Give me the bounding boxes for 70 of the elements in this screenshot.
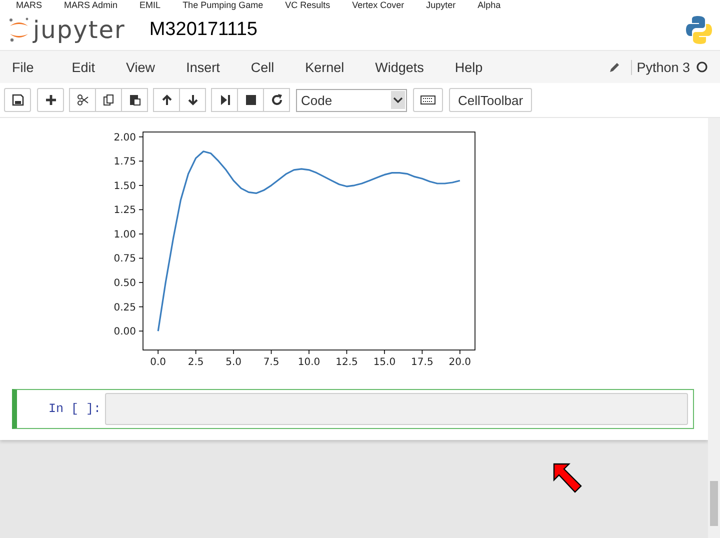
kernel-idle-icon — [696, 61, 708, 73]
jupyter-logo-icon — [8, 17, 30, 43]
x-tick-label: 20.0 — [448, 357, 472, 368]
menu-item[interactable]: Help — [454, 60, 483, 74]
x-tick-label: 5.0 — [226, 357, 242, 368]
bookmark-link[interactable]: VC Results — [285, 0, 330, 10]
arrow-down-icon — [186, 94, 198, 106]
bookmark-link[interactable]: The Pumping Game — [182, 0, 264, 10]
x-tick-label: 15.0 — [373, 357, 396, 368]
x-tick-label: 10.0 — [298, 357, 320, 368]
move-down-button[interactable] — [179, 88, 206, 112]
y-tick-label: 1.75 — [114, 156, 136, 168]
bookmark-link[interactable]: Vertex Cover — [352, 0, 404, 10]
x-tick-label: 7.5 — [263, 357, 280, 368]
scrollbar[interactable] — [708, 118, 720, 538]
y-tick-label: 1.00 — [114, 229, 136, 240]
y-tick-label: 2.00 — [114, 132, 136, 144]
y-tick-label: 0.25 — [114, 302, 136, 314]
move-up-button[interactable] — [153, 88, 180, 112]
cell-type-dropdown[interactable]: Code — [296, 88, 407, 112]
step-forward-icon — [218, 94, 230, 106]
menu-item[interactable]: View — [126, 60, 156, 74]
notebook-name[interactable]: M320171115 — [149, 19, 258, 41]
save-button[interactable] — [4, 88, 31, 112]
plus-icon — [44, 94, 56, 106]
run-button[interactable] — [211, 88, 238, 112]
bookmark-link[interactable]: Alpha — [478, 0, 501, 10]
menu-item[interactable]: Kernel — [305, 60, 344, 74]
keyboard-icon — [420, 94, 436, 106]
menu-item[interactable]: Edit — [72, 60, 96, 74]
menu-item[interactable]: Insert — [186, 60, 220, 74]
cut-button[interactable] — [69, 88, 96, 112]
caret-icon — [391, 91, 405, 109]
paste-button[interactable] — [121, 88, 148, 112]
code-cell[interactable]: In [ ]: — [12, 389, 694, 429]
arrow-up-icon — [160, 94, 172, 106]
x-tick-label: 2.5 — [188, 357, 204, 368]
y-tick-label: 0.75 — [114, 254, 136, 265]
command-palette-button[interactable] — [413, 88, 443, 112]
y-tick-label: 1.25 — [114, 205, 136, 216]
python-logo-icon — [686, 15, 712, 45]
x-tick-label: 0.0 — [150, 357, 166, 368]
bookmark-link[interactable]: Jupyter — [426, 0, 456, 10]
stop-icon — [244, 94, 256, 106]
menu-item[interactable]: File — [12, 60, 34, 74]
insert-cell-button[interactable] — [37, 88, 64, 112]
cursor-arrow-icon — [553, 463, 583, 493]
x-tick-label: 17.5 — [411, 357, 434, 368]
x-tick-label: 12.5 — [336, 357, 358, 368]
cell-toolbar-button[interactable]: CellToolbar — [449, 88, 532, 112]
input-prompt: In [ ]: — [47, 402, 102, 416]
code-input-field[interactable] — [105, 393, 688, 425]
menu-item[interactable]: Cell — [250, 60, 274, 74]
y-tick-label: 1.50 — [114, 180, 136, 192]
bookmark-link[interactable]: EMIL — [140, 0, 161, 10]
refresh-icon — [270, 94, 282, 106]
y-tick-label: 0.50 — [114, 278, 136, 289]
restart-button[interactable] — [263, 88, 290, 112]
kernel-name[interactable]: Python 3 — [630, 60, 690, 74]
menu-item[interactable]: Widgets — [375, 60, 424, 74]
copy-button[interactable] — [95, 88, 122, 112]
jupyter-wordmark[interactable]: jupyter — [33, 16, 126, 44]
pencil-icon[interactable] — [608, 61, 621, 73]
clipboard-icon — [128, 94, 140, 106]
bookmark-link[interactable]: MARS — [16, 0, 42, 10]
copy-icon — [102, 94, 114, 106]
scissors-icon — [76, 94, 88, 106]
stop-button[interactable] — [237, 88, 264, 112]
bookmark-link[interactable]: MARS Admin — [64, 0, 118, 10]
y-tick-label: 0.00 — [114, 326, 136, 338]
